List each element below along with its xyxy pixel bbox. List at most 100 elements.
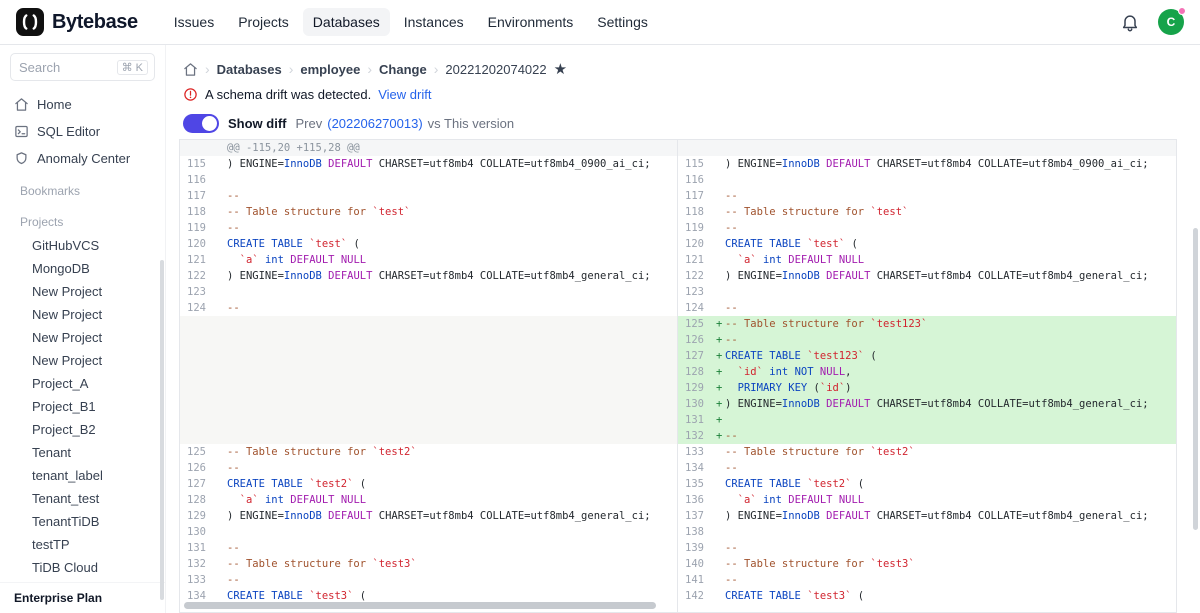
diff-context-line: 118-- Table structure for `test` xyxy=(678,204,1176,220)
project-item[interactable]: testTP xyxy=(0,533,165,556)
sidebar-item-sql-editor[interactable]: SQL Editor xyxy=(0,118,165,145)
diff-hunk-header xyxy=(678,140,1176,156)
nav-item-issues[interactable]: Issues xyxy=(164,8,224,36)
line-code: + `id` int NOT NULL, xyxy=(712,364,1176,380)
toggle-knob xyxy=(202,116,217,131)
project-item[interactable]: TiDB Cloud xyxy=(0,556,165,579)
diff-context-line: 132-- Table structure for `test3` xyxy=(180,556,677,572)
project-item[interactable]: New Project xyxy=(0,349,165,372)
diff-spacer-row xyxy=(180,332,677,348)
nav-item-databases[interactable]: Databases xyxy=(303,8,390,36)
line-code: `a` int DEFAULT NULL xyxy=(214,252,677,268)
drift-alert-text: A schema drift was detected. xyxy=(205,87,371,102)
project-item[interactable]: GitHubVCS xyxy=(0,234,165,257)
breadcrumb-item[interactable]: Databases xyxy=(217,62,282,77)
line-number: 122 xyxy=(678,268,712,284)
project-item[interactable]: Project_B2 xyxy=(0,418,165,441)
diff-context-line: 136 `a` int DEFAULT NULL xyxy=(678,492,1176,508)
navbar-items: IssuesProjectsDatabasesInstancesEnvironm… xyxy=(164,8,658,36)
line-code: `a` int DEFAULT NULL xyxy=(712,492,1176,508)
diff-pane-left: @@ -115,20 +115,28 @@115) ENGINE=InnoDB … xyxy=(180,140,678,612)
line-code: -- Table structure for `test3` xyxy=(214,556,677,572)
diff-added-line: 125+-- Table structure for `test123` xyxy=(678,316,1176,332)
bookmarks-section-label[interactable]: Bookmarks xyxy=(0,172,165,203)
diff-spacer-row xyxy=(180,412,677,428)
diff-context-line: 127CREATE TABLE `test2` ( xyxy=(180,476,677,492)
line-code: -- Table structure for `test` xyxy=(214,204,677,220)
show-diff-toggle[interactable] xyxy=(183,114,219,133)
line-code xyxy=(214,284,677,300)
line-code: ) ENGINE=InnoDB DEFAULT CHARSET=utf8mb4 … xyxy=(214,508,677,524)
notification-bell-icon[interactable] xyxy=(1120,12,1140,32)
line-number: 126 xyxy=(180,460,214,476)
projects-section-label[interactable]: Projects xyxy=(0,203,165,234)
show-diff-label: Show diff xyxy=(228,116,287,131)
search-input[interactable] xyxy=(19,60,113,75)
drift-alert: A schema drift was detected. View drift xyxy=(183,87,1200,102)
project-item[interactable]: Tenant xyxy=(0,441,165,464)
sidebar-scrollbar[interactable] xyxy=(160,260,164,600)
project-item[interactable]: TenantTiDB xyxy=(0,510,165,533)
nav-item-instances[interactable]: Instances xyxy=(394,8,474,36)
breadcrumb-item[interactable]: 20221202074022 xyxy=(445,62,546,77)
view-drift-link[interactable]: View drift xyxy=(378,87,431,102)
home-icon[interactable] xyxy=(183,62,198,77)
window-scrollbar[interactable] xyxy=(1193,228,1198,530)
project-item[interactable]: tenant_label xyxy=(0,464,165,487)
breadcrumb-item[interactable]: employee xyxy=(300,62,360,77)
diff-context-line: 116 xyxy=(678,172,1176,188)
line-number: 125 xyxy=(180,444,214,460)
breadcrumb-item[interactable]: Change xyxy=(379,62,427,77)
sidebar-item-anomaly-center[interactable]: Anomaly Center xyxy=(0,145,165,172)
diff-hunk-header: @@ -115,20 +115,28 @@ xyxy=(180,140,677,156)
nav-item-projects[interactable]: Projects xyxy=(228,8,299,36)
line-code: CREATE TABLE `test2` ( xyxy=(214,476,677,492)
nav-item-environments[interactable]: Environments xyxy=(478,8,584,36)
diff-context-line: 120CREATE TABLE `test` ( xyxy=(678,236,1176,252)
project-item[interactable]: New Project xyxy=(0,326,165,349)
brand-name: Bytebase xyxy=(52,11,138,34)
diff-context-line: 115) ENGINE=InnoDB DEFAULT CHARSET=utf8m… xyxy=(180,156,677,172)
line-number: 137 xyxy=(678,508,712,524)
line-code: -- xyxy=(214,188,677,204)
sidebar-item-label: Anomaly Center xyxy=(37,151,130,166)
project-item[interactable]: MongoDB xyxy=(0,257,165,280)
project-item[interactable]: Tenant_test xyxy=(0,487,165,510)
breadcrumb-items: ›Databases›employee›Change›2022120207402… xyxy=(205,61,547,77)
project-item[interactable]: New Project xyxy=(0,280,165,303)
diff-horizontal-scrollbar[interactable] xyxy=(184,602,1172,609)
line-code xyxy=(214,348,677,364)
sidebar-item-home[interactable]: Home xyxy=(0,91,165,118)
line-code: CREATE TABLE `test` ( xyxy=(712,236,1176,252)
project-item[interactable]: Project_B1 xyxy=(0,395,165,418)
line-number: 119 xyxy=(678,220,712,236)
line-code: CREATE TABLE `test` ( xyxy=(214,236,677,252)
nav-item-settings[interactable]: Settings xyxy=(587,8,658,36)
line-code: -- xyxy=(712,540,1176,556)
line-code xyxy=(712,524,1176,540)
line-code: -- xyxy=(712,572,1176,588)
line-number xyxy=(180,364,214,380)
star-icon[interactable]: ★ xyxy=(554,62,567,77)
brand[interactable]: Bytebase xyxy=(16,8,138,36)
line-number: 115 xyxy=(678,156,712,172)
project-item[interactable]: New Project xyxy=(0,303,165,326)
main-content: ›Databases›employee›Change›2022120207402… xyxy=(167,45,1200,613)
diff-spacer-row xyxy=(180,364,677,380)
line-code xyxy=(712,140,1176,156)
diff-added-line: 131+ xyxy=(678,412,1176,428)
search-box[interactable]: ⌘ K xyxy=(10,53,155,81)
line-number: 128 xyxy=(678,364,712,380)
line-code: +-- Table structure for `test123` xyxy=(712,316,1176,332)
scrollbar-thumb[interactable] xyxy=(184,602,656,609)
diff-context-line: 123 xyxy=(678,284,1176,300)
diff-pane-right: 115) ENGINE=InnoDB DEFAULT CHARSET=utf8m… xyxy=(678,140,1176,612)
line-number: 127 xyxy=(180,476,214,492)
diff-context-line: 116 xyxy=(180,172,677,188)
prev-version-link[interactable]: (202206270013) xyxy=(327,116,422,131)
line-number: 123 xyxy=(678,284,712,300)
line-number: 128 xyxy=(180,492,214,508)
project-item[interactable]: Project_A xyxy=(0,372,165,395)
line-code: -- Table structure for `test2` xyxy=(214,444,677,460)
notification-dot xyxy=(1178,7,1186,15)
